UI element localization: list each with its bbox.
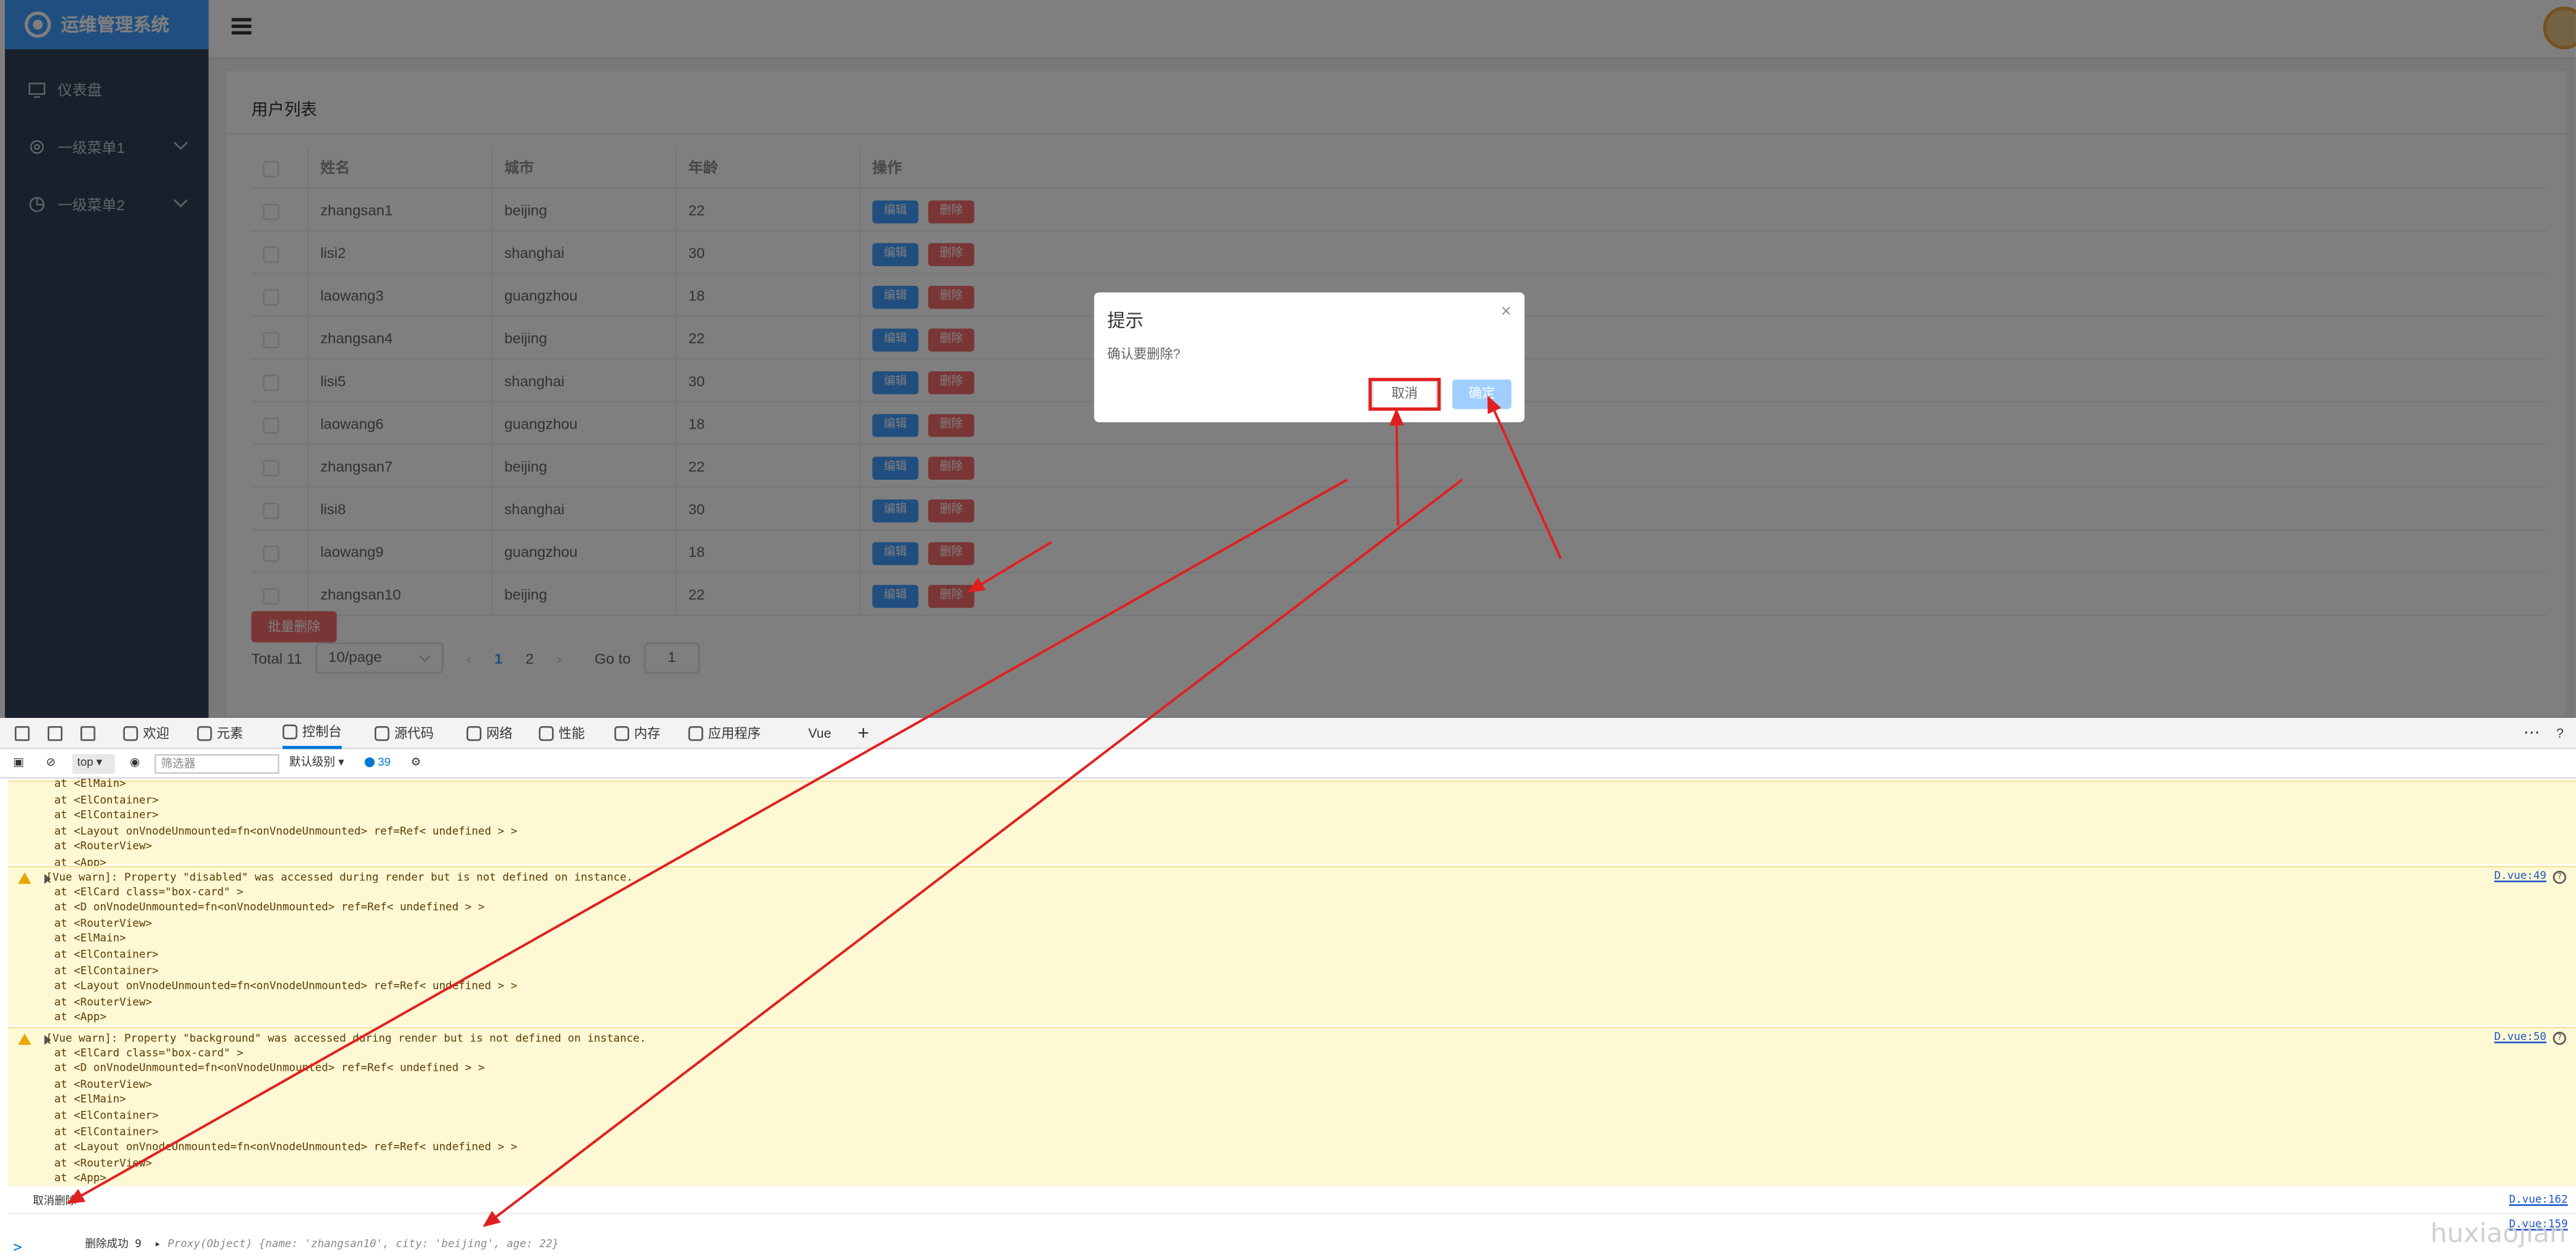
sidebar-toggle-icon[interactable]: ▣ <box>13 754 24 774</box>
stack-line: at <RouterView> <box>54 916 152 929</box>
stack-line: at <App> <box>54 1172 106 1185</box>
inspect-icon[interactable] <box>14 726 30 741</box>
clear-console-icon[interactable]: ⊘ <box>46 754 55 774</box>
gear-icon[interactable]: ⚙ <box>411 754 421 774</box>
tab-vue[interactable]: Vue <box>808 718 831 749</box>
help-icon[interactable]: ? <box>2553 1031 2566 1045</box>
log-level-value: 默认级别 <box>289 757 336 769</box>
help-icon[interactable]: ? <box>2553 870 2566 884</box>
log-object[interactable]: Proxy(Object) {name: 'zhangsan10', city:… <box>168 1237 559 1250</box>
tab-label: 内存 <box>634 726 661 741</box>
stack-line: at <ElContainer> <box>54 963 159 977</box>
eye-icon[interactable]: ◉ <box>130 754 140 774</box>
stack-line: at <D onVnodeUnmounted=fn<onVnodeUnmount… <box>54 900 485 914</box>
annotation-highlight-box <box>1368 377 1441 411</box>
app-icon <box>688 726 704 741</box>
console-toolbar: ▣ ⊘ top ▾ ◉ 筛选器 默认级别 ▾ 39 ⚙ <box>0 749 2576 779</box>
source-link[interactable]: D.vue:49 <box>2494 869 2546 882</box>
tab-label: Vue <box>808 726 832 741</box>
console-warning-block: at <ElMain> at <ElContainer> at <ElContain… <box>8 777 2576 869</box>
help-icon[interactable]: ? <box>2556 718 2564 749</box>
dock-icon[interactable] <box>80 726 96 741</box>
dialog-message: 确认要删除? <box>1107 346 1181 362</box>
stack-line: at <Layout onVnodeUnmounted=fn<onVnodeUn… <box>54 979 518 993</box>
source-link[interactable]: D.vue:162 <box>2509 1193 2568 1206</box>
more-options-icon[interactable]: ⋯ <box>2523 718 2540 749</box>
console-output: at <ElMain> at <ElContainer> at <ElContain… <box>0 777 2576 1257</box>
devtools-tabbar: 欢迎 元素 控制台 源代码 网络 性能 内存 应用程序 Vue + ⋯ ? <box>0 718 2576 749</box>
stack-line: at <Layout onVnodeUnmounted=fn<onVnodeUn… <box>54 1140 518 1154</box>
context-value: top <box>77 757 93 769</box>
memory-icon <box>614 726 630 741</box>
log-level-select[interactable]: 默认级别 ▾ <box>289 754 345 774</box>
tab-label: 应用程序 <box>708 726 761 741</box>
warning-icon <box>18 1033 31 1045</box>
gauge-icon <box>538 726 554 741</box>
console-log-cancel: 取消删除 <box>33 1194 76 1208</box>
watermark: huxiaojian <box>2430 1217 2566 1249</box>
console-warning-block: [Vue warn]: Property "disabled" was acce… <box>8 865 2576 1026</box>
code-icon <box>197 726 212 741</box>
tab-wifi[interactable]: 网络 <box>466 718 513 749</box>
tab-label: 网络 <box>486 726 513 741</box>
stack-line: at <ElContainer> <box>54 792 159 807</box>
stack-line: at <ElContainer> <box>54 1124 159 1138</box>
tab-gauge[interactable]: 性能 <box>538 718 585 749</box>
console-icon <box>283 724 298 740</box>
stack-line: at <ElContainer> <box>54 947 159 962</box>
tab-label: 元素 <box>216 726 244 741</box>
tab-memory[interactable]: 内存 <box>614 718 661 749</box>
tab-label: 控制台 <box>302 724 342 740</box>
admin-app: 运维管理系统 仪表盘 一级菜单1 一级菜单2 用户列表 <box>0 0 2576 719</box>
stack-line: at <ElMain> <box>54 1093 126 1106</box>
wifi-icon <box>466 726 482 741</box>
stack-line: at <ElMain> <box>54 931 126 946</box>
stack-line: at <ElContainer> <box>54 808 159 822</box>
console-warning-block: [Vue warn]: Property "background" was ac… <box>8 1026 2576 1187</box>
close-icon[interactable]: × <box>1501 302 1511 322</box>
issue-count: 39 <box>377 757 391 769</box>
issues-badge[interactable]: 39 <box>364 754 390 774</box>
add-tab-button[interactable]: + <box>858 718 869 749</box>
stack-line: at <App> <box>54 1011 106 1024</box>
tab-app[interactable]: 应用程序 <box>688 718 761 749</box>
home-icon <box>123 726 139 741</box>
tab-label: 欢迎 <box>143 726 169 741</box>
warning-icon <box>18 872 31 884</box>
stack-line: at <ElCard class="box-card" > <box>54 1045 244 1059</box>
dialog-title: 提示 <box>1107 312 1144 332</box>
stack-line: at <RouterView> <box>54 1156 152 1170</box>
console-prompt[interactable]: > <box>13 1241 22 1257</box>
tab-console[interactable]: 控制台 <box>283 718 342 749</box>
device-emulation-icon[interactable] <box>47 726 63 741</box>
devtools-panel: 欢迎 元素 控制台 源代码 网络 性能 内存 应用程序 Vue + ⋯ ? ▣ ⊘ top ▾ … <box>0 718 2576 1257</box>
stack-line: at <Layout onVnodeUnmounted=fn<onVnodeUn… <box>54 824 518 838</box>
stack-line: at <ElCard class="box-card" > <box>54 884 244 898</box>
tab-label: 源代码 <box>394 726 434 741</box>
stack-line: at <D onVnodeUnmounted=fn<onVnodeUnmount… <box>54 1061 485 1075</box>
console-log-success: 删除成功 9 ▸ Proxy(Object) {name: 'zhangsan1… <box>85 1237 559 1251</box>
screenshot-stage: 运维管理系统 仪表盘 一级菜单1 一级菜单2 用户列表 <box>0 0 2576 1257</box>
confirm-button[interactable]: 确定 <box>1452 379 1511 409</box>
stack-line: at <ElContainer> <box>54 1108 159 1123</box>
stack-line: at <RouterView> <box>54 1077 152 1090</box>
stack-line: at <RouterView> <box>54 995 152 1009</box>
tab-bug[interactable]: 源代码 <box>374 718 434 749</box>
tab-code[interactable]: 元素 <box>197 718 243 749</box>
filter-input[interactable]: 筛选器 <box>154 754 280 774</box>
stack-line: at <RouterView> <box>54 840 152 854</box>
tab-label: 性能 <box>558 726 585 741</box>
bug-icon <box>374 726 390 741</box>
tab-home[interactable]: 欢迎 <box>123 718 169 749</box>
log-prefix: 删除成功 9 <box>85 1237 142 1251</box>
source-link[interactable]: D.vue:50 <box>2494 1030 2546 1043</box>
context-select[interactable]: top ▾ <box>72 754 115 774</box>
stack-line: at <ElMain> <box>54 777 126 791</box>
